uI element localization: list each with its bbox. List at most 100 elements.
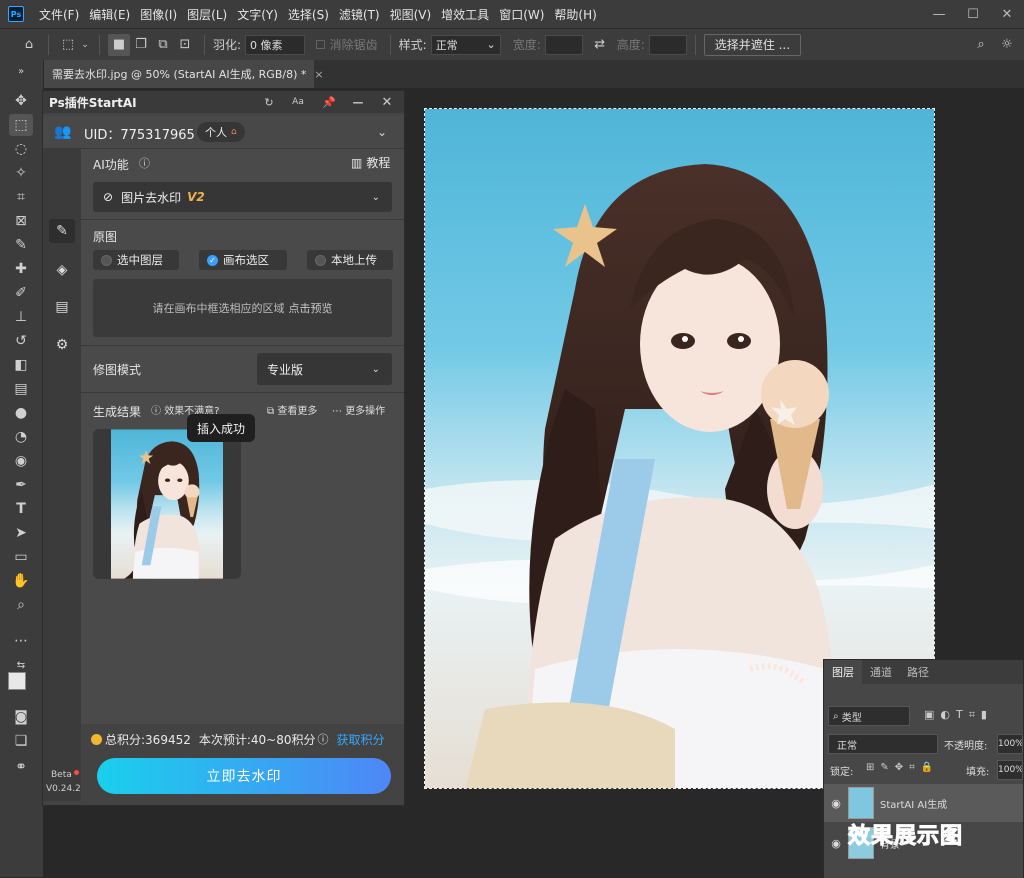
- tab-paths[interactable]: 路径: [899, 660, 937, 684]
- collapse-icon[interactable]: »: [9, 60, 33, 82]
- lock-icons[interactable]: ⊞✎✥⌗🔒: [866, 762, 939, 773]
- type-tool-icon[interactable]: T: [9, 498, 33, 520]
- blend-mode-select[interactable]: 正常: [828, 734, 938, 754]
- feather-input[interactable]: 0 像素: [245, 34, 306, 55]
- credits-info-icon[interactable]: ⓘ: [318, 731, 329, 747]
- menu-image[interactable]: 图像(I): [135, 6, 182, 23]
- document-tab-strip: 需要去水印.jpg @ 50% (StartAI AI生成, RGB/8) * …: [44, 60, 1024, 88]
- document-nav-icon[interactable]: ▤: [49, 295, 75, 319]
- font-size-icon[interactable]: Aa: [289, 93, 307, 111]
- chevron-down-icon[interactable]: ⌄: [79, 34, 91, 56]
- layers-nav-icon[interactable]: ◈: [49, 258, 75, 282]
- marquee-tool-icon[interactable]: ⬚: [9, 114, 33, 136]
- menu-plugins[interactable]: 增效工具: [436, 6, 494, 23]
- history-brush-tool-icon[interactable]: ↺: [9, 330, 33, 352]
- close-tab-icon[interactable]: ×: [314, 68, 323, 81]
- path-select-tool-icon[interactable]: ➤: [9, 522, 33, 544]
- ai-function-select[interactable]: ⊘ 图片去水印 V2 ⌄: [93, 182, 392, 212]
- more-tools-icon[interactable]: ⋯: [9, 630, 33, 652]
- search-icon[interactable]: ⌕: [970, 34, 992, 56]
- menu-help[interactable]: 帮助(H): [549, 6, 601, 23]
- pen-tool-icon[interactable]: ✒: [9, 474, 33, 496]
- refresh-icon[interactable]: ↻: [260, 93, 278, 111]
- home-icon[interactable]: ⌂: [18, 34, 40, 56]
- source-option-canvas[interactable]: ✓ 画布选区: [199, 250, 287, 270]
- zoom-tool-icon[interactable]: ⌕: [9, 594, 33, 616]
- select-and-mask-button[interactable]: 选择并遮住 ...: [703, 33, 802, 56]
- layer-row-startai[interactable]: ◉ StartAI AI生成: [824, 784, 1023, 822]
- filter-icons[interactable]: ▣◐T⌗▮: [924, 708, 993, 722]
- settings-nav-icon[interactable]: ⚙: [49, 333, 75, 357]
- brush-tool-icon[interactable]: ✐: [9, 282, 33, 304]
- menu-select[interactable]: 选择(S): [283, 6, 334, 23]
- crop-tool-icon[interactable]: ⌗: [9, 186, 33, 208]
- result-thumbnail[interactable]: [93, 429, 241, 579]
- eraser-tool-icon[interactable]: ◧: [9, 354, 33, 376]
- tab-channels[interactable]: 通道: [862, 660, 900, 684]
- expand-account-icon[interactable]: ⌄: [373, 123, 391, 141]
- eye-icon[interactable]: ◉: [824, 797, 848, 810]
- view-more-link[interactable]: ⧉ 查看更多: [267, 402, 317, 417]
- subtract-selection-icon[interactable]: ⧉: [152, 34, 174, 56]
- tutorial-link[interactable]: ▥ 教程: [351, 154, 390, 171]
- menu-view[interactable]: 视图(V): [385, 6, 437, 23]
- swap-icon[interactable]: ⇄: [589, 34, 611, 56]
- source-option-layer[interactable]: 选中图层: [93, 250, 179, 270]
- fill-input[interactable]: 100%: [997, 760, 1023, 780]
- blur-tool-icon[interactable]: ●: [9, 402, 33, 424]
- menu-layer[interactable]: 图层(L): [182, 6, 232, 23]
- menu-type[interactable]: 文字(Y): [232, 6, 283, 23]
- get-credits-link[interactable]: 获取积分: [337, 731, 385, 748]
- preview-area[interactable]: 请在画布中框选相应的区域 点击预览: [93, 279, 392, 337]
- width-input[interactable]: [544, 34, 583, 55]
- new-selection-icon[interactable]: ■: [108, 33, 130, 56]
- brightness-icon[interactable]: ☼: [996, 34, 1018, 56]
- intersect-selection-icon[interactable]: ⊡: [174, 34, 196, 56]
- account-type-badge[interactable]: 个人 ⌂: [197, 122, 245, 142]
- layer-filter-select[interactable]: ⌕ 类型: [828, 706, 910, 726]
- close-window-button[interactable]: ✕: [990, 0, 1024, 28]
- more-ops-link[interactable]: ⋯ 更多操作: [332, 402, 385, 417]
- tab-layers[interactable]: 图层: [824, 660, 862, 684]
- maximize-button[interactable]: ☐: [956, 0, 990, 28]
- marquee-preset-icon[interactable]: ⬚: [57, 34, 79, 56]
- document-tab[interactable]: 需要去水印.jpg @ 50% (StartAI AI生成, RGB/8) * …: [44, 60, 324, 88]
- gradient-tool-icon[interactable]: ▤: [9, 378, 33, 400]
- sponge-tool-icon[interactable]: ◉: [9, 450, 33, 472]
- close-panel-icon[interactable]: ✕: [378, 93, 396, 111]
- plugin-shortcut-icon[interactable]: ⚭: [9, 756, 33, 778]
- menu-window[interactable]: 窗口(W): [494, 6, 549, 23]
- pin-icon[interactable]: 📌: [320, 93, 338, 111]
- divider: [204, 34, 205, 55]
- screen-mode-icon[interactable]: ❏: [9, 730, 33, 752]
- stamp-tool-icon[interactable]: ⊥: [9, 306, 33, 328]
- remove-watermark-button[interactable]: 立即去水印: [97, 758, 391, 794]
- eyedropper-tool-icon[interactable]: ✎: [9, 234, 33, 256]
- mode-select[interactable]: 专业版 ⌄: [257, 353, 392, 385]
- healing-brush-tool-icon[interactable]: ✚: [9, 258, 33, 280]
- style-select[interactable]: 正常 ⌄: [430, 34, 501, 55]
- antialias-checkbox[interactable]: ☐ 消除锯齿: [315, 36, 378, 53]
- quick-mask-icon[interactable]: ◙: [9, 706, 33, 728]
- add-selection-icon[interactable]: ❐: [130, 34, 152, 56]
- minimize-panel-icon[interactable]: —: [349, 93, 367, 111]
- source-option-upload[interactable]: 本地上传: [307, 250, 393, 270]
- eye-icon[interactable]: ◉: [824, 837, 848, 850]
- height-input[interactable]: [648, 34, 687, 55]
- info-icon[interactable]: ⓘ: [139, 155, 150, 171]
- minimize-button[interactable]: —: [922, 0, 956, 28]
- menu-file[interactable]: 文件(F): [34, 6, 84, 23]
- hand-tool-icon[interactable]: ✋: [9, 570, 33, 592]
- menu-edit[interactable]: 编辑(E): [84, 6, 135, 23]
- foreground-color-swatch[interactable]: [8, 672, 26, 690]
- magic-wand-tool-icon[interactable]: ✧: [9, 162, 33, 184]
- move-tool-icon[interactable]: ✥: [9, 90, 33, 112]
- frame-tool-icon[interactable]: ⊠: [9, 210, 33, 232]
- preview-link[interactable]: 点击预览: [289, 300, 333, 316]
- edit-tool-nav-icon[interactable]: ✎: [49, 219, 75, 243]
- dodge-tool-icon[interactable]: ◔: [9, 426, 33, 448]
- rectangle-tool-icon[interactable]: ▭: [9, 546, 33, 568]
- menu-filter[interactable]: 滤镜(T): [334, 6, 385, 23]
- lasso-tool-icon[interactable]: ◌: [9, 138, 33, 160]
- opacity-input[interactable]: 100%: [997, 734, 1023, 754]
